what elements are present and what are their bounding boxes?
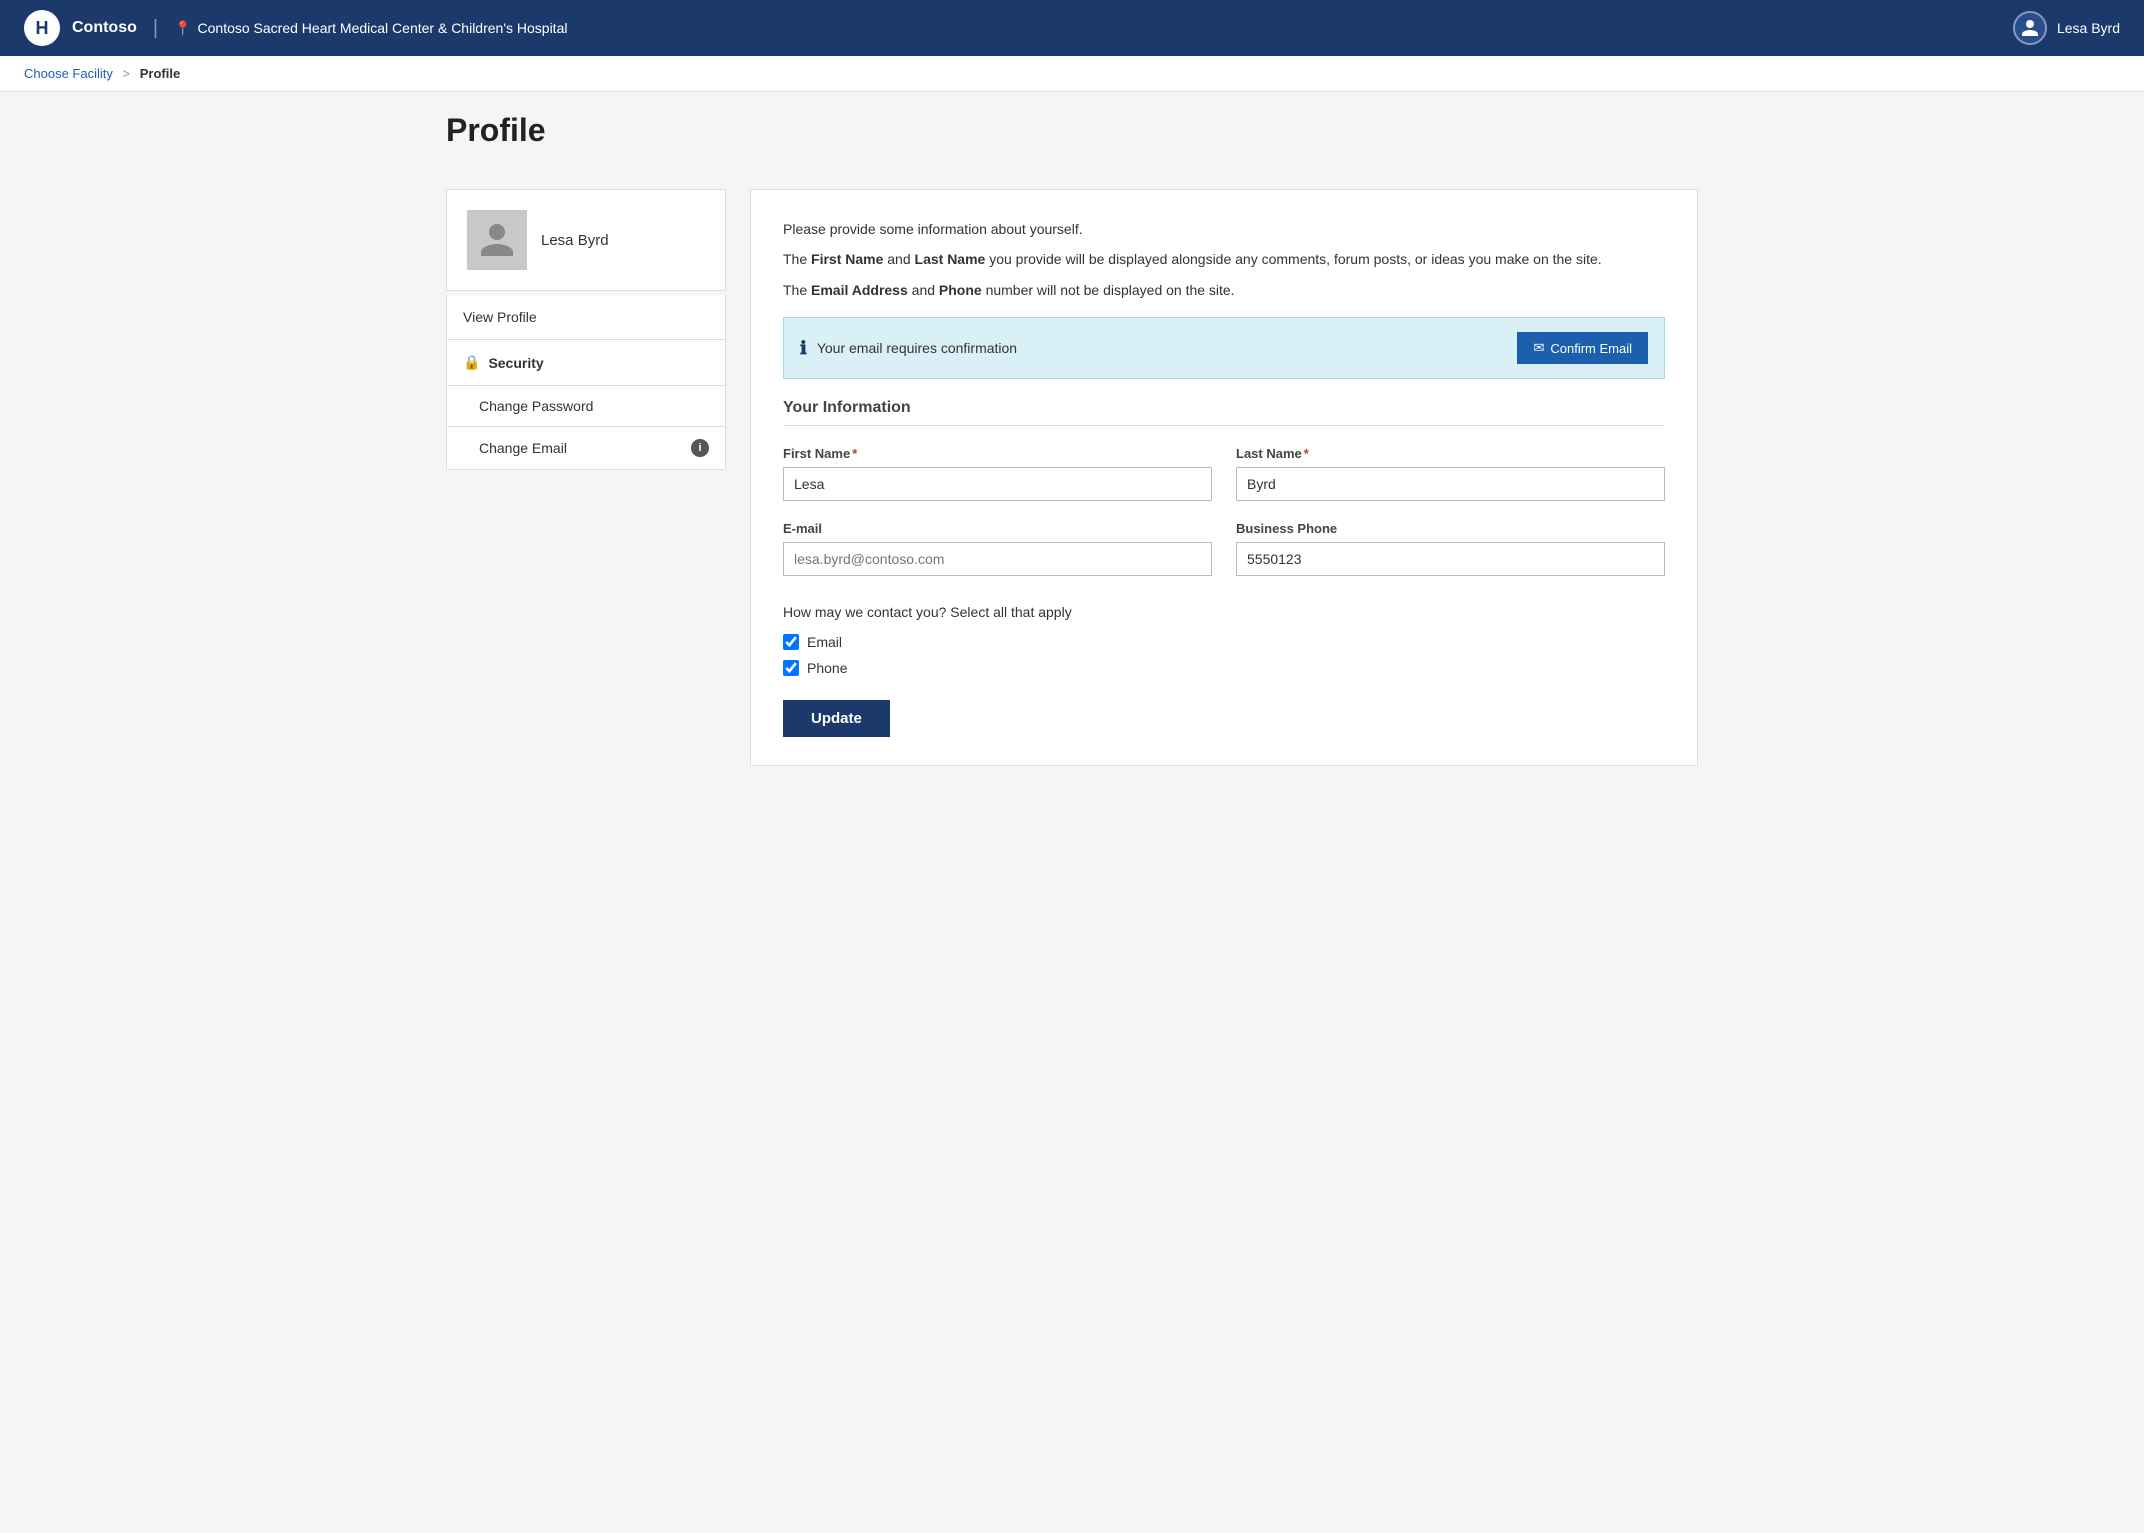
breadcrumb-parent[interactable]: Choose Facility (24, 66, 113, 81)
email-label: E-mail (783, 521, 1212, 536)
email-phone-form-row: E-mail Business Phone (783, 521, 1665, 576)
last-name-input[interactable] (1236, 467, 1665, 501)
sidebar-item-change-password[interactable]: Change Password (446, 386, 726, 427)
last-name-bold: Last Name (915, 251, 986, 267)
sidebar-item-view-profile[interactable]: View Profile (446, 295, 726, 340)
breadcrumb: Choose Facility > Profile (0, 56, 2144, 92)
first-name-group: First Name* (783, 446, 1212, 501)
email-input[interactable] (783, 542, 1212, 576)
alert-message: Your email requires confirmation (817, 340, 1017, 356)
user-name: Lesa Byrd (2057, 20, 2120, 36)
last-name-label: Last Name* (1236, 446, 1665, 461)
contact-section: How may we contact you? Select all that … (783, 604, 1665, 737)
first-name-label: First Name* (783, 446, 1212, 461)
contact-checkboxes: Email Phone (783, 634, 1665, 676)
alert-info-icon: ℹ (800, 338, 807, 359)
phone-bold: Phone (939, 282, 982, 298)
alert-left: ℹ Your email requires confirmation (800, 338, 1017, 359)
your-information-section-title: Your Information (783, 399, 1665, 426)
brand-name: Contoso (72, 19, 137, 37)
view-profile-label: View Profile (463, 309, 537, 325)
facility-name: 📍 Contoso Sacred Heart Medical Center & … (174, 20, 567, 37)
name-form-row: First Name* Last Name* (783, 446, 1665, 501)
header-left: H Contoso | 📍 Contoso Sacred Heart Medic… (24, 10, 567, 46)
sidebar-security-header: 🔒 Security (446, 340, 726, 386)
phone-group: Business Phone (1236, 521, 1665, 576)
breadcrumb-current: Profile (140, 66, 180, 81)
last-name-group: Last Name* (1236, 446, 1665, 501)
contact-question: How may we contact you? Select all that … (783, 604, 1665, 620)
sidebar-username: Lesa Byrd (541, 232, 609, 249)
header-logo: H (24, 10, 60, 46)
sidebar: Lesa Byrd View Profile 🔒 Security Change… (446, 189, 726, 766)
content-intro: Please provide some information about yo… (783, 218, 1665, 301)
lock-icon: 🔒 (463, 354, 480, 371)
email-confirmation-alert: ℹ Your email requires confirmation ✉ Con… (783, 317, 1665, 379)
email-group: E-mail (783, 521, 1212, 576)
main-container: Lesa Byrd View Profile 🔒 Security Change… (422, 165, 1722, 790)
change-email-label: Change Email (479, 440, 567, 456)
phone-checkbox-item[interactable]: Phone (783, 660, 1665, 676)
email-checkbox[interactable] (783, 634, 799, 650)
confirm-email-label: Confirm Email (1550, 341, 1632, 356)
page-title: Profile (446, 112, 1698, 149)
sidebar-profile-card: Lesa Byrd (446, 189, 726, 291)
first-name-required: * (852, 446, 857, 461)
email-checkbox-item[interactable]: Email (783, 634, 1665, 650)
email-checkbox-label: Email (807, 634, 842, 650)
sidebar-item-change-email[interactable]: Change Email i (446, 427, 726, 470)
change-password-label: Change Password (479, 398, 593, 414)
change-email-info-icon: i (691, 439, 709, 457)
breadcrumb-separator: > (123, 66, 131, 81)
intro-line2: The First Name and Last Name you provide… (783, 248, 1665, 270)
first-name-bold: First Name (811, 251, 883, 267)
content-area: Please provide some information about yo… (750, 189, 1698, 766)
user-avatar[interactable] (2013, 11, 2047, 45)
phone-label: Business Phone (1236, 521, 1665, 536)
confirm-email-button[interactable]: ✉ Confirm Email (1517, 332, 1648, 364)
security-label: Security (488, 355, 543, 371)
phone-checkbox[interactable] (783, 660, 799, 676)
first-name-input[interactable] (783, 467, 1212, 501)
header-right: Lesa Byrd (2013, 11, 2120, 45)
location-icon: 📍 (174, 20, 191, 37)
intro-line1: Please provide some information about yo… (783, 218, 1665, 240)
email-icon: ✉ (1533, 340, 1544, 356)
page-title-area: Profile (422, 92, 1722, 149)
intro-line3: The Email Address and Phone number will … (783, 279, 1665, 301)
update-button[interactable]: Update (783, 700, 890, 737)
phone-input[interactable] (1236, 542, 1665, 576)
phone-checkbox-label: Phone (807, 660, 847, 676)
sidebar-avatar (467, 210, 527, 270)
email-address-bold: Email Address (811, 282, 908, 298)
header: H Contoso | 📍 Contoso Sacred Heart Medic… (0, 0, 2144, 56)
last-name-required: * (1304, 446, 1309, 461)
header-divider: | (153, 17, 158, 40)
